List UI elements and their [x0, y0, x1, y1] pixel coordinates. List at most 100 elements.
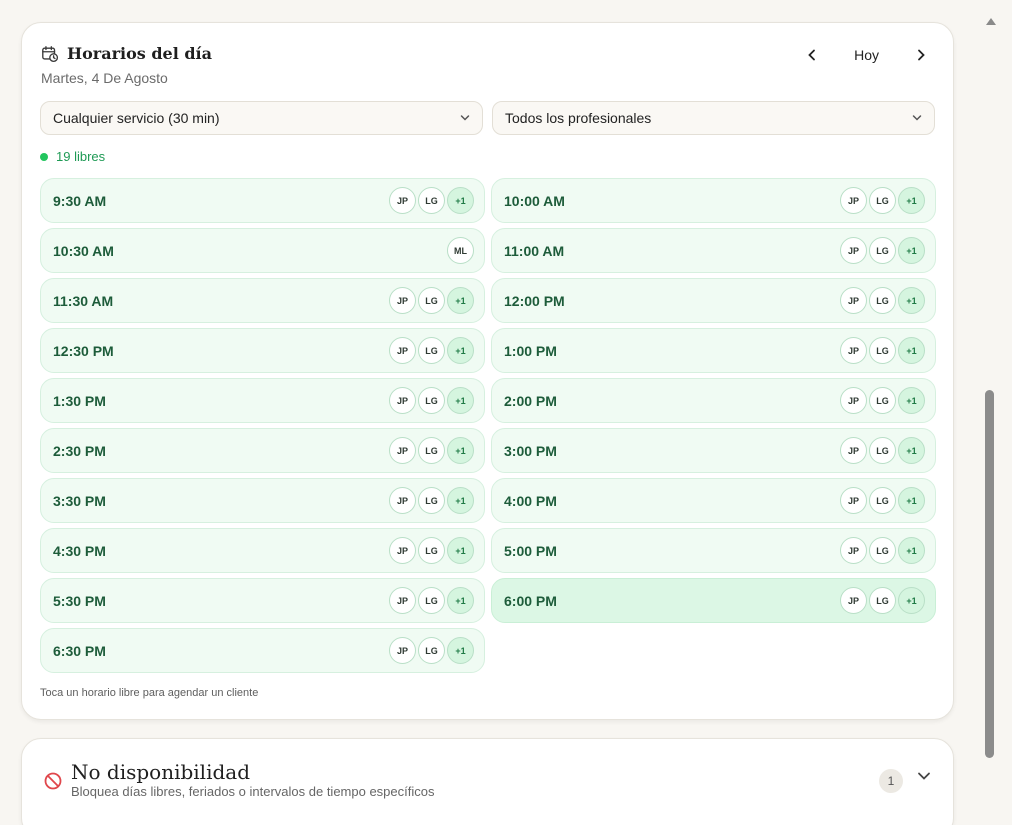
slot-time: 2:30 PM [53, 442, 106, 459]
calendar-clock-icon [42, 45, 59, 62]
avatar: JP [389, 187, 416, 214]
slot-avatars: JP LG +1 [387, 437, 474, 464]
avatar: JP [389, 337, 416, 364]
slot-time: 11:30 AM [53, 292, 114, 309]
slot-avatars: JP LG +1 [838, 537, 925, 564]
slot-avatars: JP LG +1 [838, 437, 925, 464]
avatar: JP [840, 187, 867, 214]
time-slot[interactable]: 12:00 PM JP LG +1 [491, 278, 936, 323]
more-professionals-badge: +1 [898, 237, 925, 264]
more-professionals-badge: +1 [898, 487, 925, 514]
slot-time: 6:30 PM [53, 642, 106, 659]
time-slot[interactable]: 2:30 PM JP LG +1 [40, 428, 485, 473]
slot-time: 5:30 PM [53, 592, 106, 609]
avatar: JP [389, 637, 416, 664]
previous-day-button[interactable] [800, 43, 824, 67]
day-navigation: Hoy [800, 43, 933, 67]
slot-time: 12:30 PM [53, 342, 114, 359]
slot-time: 10:30 AM [53, 242, 114, 259]
avatar: JP [840, 237, 867, 264]
hint-text: Toca un horario libre para agendar un cl… [40, 687, 259, 699]
time-slot[interactable]: 4:30 PM JP LG +1 [40, 528, 485, 573]
chevron-down-icon [912, 115, 922, 121]
scroll-track[interactable] [984, 38, 996, 825]
slot-time: 5:00 PM [504, 542, 557, 559]
professional-select[interactable]: Todos los profesionales [492, 101, 935, 135]
avatar: LG [869, 537, 896, 564]
slot-avatars: JP LG +1 [387, 637, 474, 664]
service-select[interactable]: Cualquier servicio (30 min) [40, 101, 483, 135]
time-slot[interactable]: 6:00 PM JP LG +1 [491, 578, 936, 623]
avatar: JP [389, 537, 416, 564]
time-slot[interactable]: 3:30 PM JP LG +1 [40, 478, 485, 523]
free-slots-count: 19 libres [40, 149, 105, 164]
slot-avatars: ML [445, 237, 474, 264]
page-scrollbar[interactable] [984, 8, 996, 825]
slot-time: 9:30 AM [53, 192, 107, 209]
avatar: JP [840, 437, 867, 464]
scroll-thumb[interactable] [985, 390, 994, 758]
time-slot[interactable]: 4:00 PM JP LG +1 [491, 478, 936, 523]
avatar: LG [869, 337, 896, 364]
time-slot[interactable]: 10:30 AM ML [40, 228, 485, 273]
more-professionals-badge: +1 [447, 487, 474, 514]
avatar: JP [389, 437, 416, 464]
more-professionals-badge: +1 [898, 537, 925, 564]
avatar: LG [418, 537, 445, 564]
avatar: LG [869, 437, 896, 464]
time-slot[interactable]: 5:00 PM JP LG +1 [491, 528, 936, 573]
chevron-left-icon [808, 49, 815, 61]
avatar: LG [869, 237, 896, 264]
avatar: LG [869, 487, 896, 514]
free-slots-label: 19 libres [56, 149, 106, 164]
time-slot[interactable]: 10:00 AM JP LG +1 [491, 178, 936, 223]
time-slot[interactable]: 1:00 PM JP LG +1 [491, 328, 936, 373]
next-day-button[interactable] [909, 43, 933, 67]
chevron-down-icon[interactable] [917, 771, 931, 781]
more-professionals-badge: +1 [447, 587, 474, 614]
time-slot[interactable]: 11:30 AM JP LG +1 [40, 278, 485, 323]
time-slot[interactable]: 3:00 PM JP LG +1 [491, 428, 936, 473]
more-professionals-badge: +1 [898, 387, 925, 414]
slot-time: 4:00 PM [504, 492, 557, 509]
slot-avatars: JP LG +1 [387, 287, 474, 314]
chevron-down-icon [460, 115, 470, 121]
more-professionals-badge: +1 [898, 187, 925, 214]
slot-time: 3:30 PM [53, 492, 106, 509]
time-slot[interactable]: 12:30 PM JP LG +1 [40, 328, 485, 373]
slot-avatars: JP LG +1 [387, 187, 474, 214]
time-slot[interactable]: 5:30 PM JP LG +1 [40, 578, 485, 623]
time-slot[interactable]: 1:30 PM JP LG +1 [40, 378, 485, 423]
unavailability-count-badge: 1 [879, 769, 903, 793]
slot-avatars: JP LG +1 [387, 537, 474, 564]
time-slot[interactable]: 2:00 PM JP LG +1 [491, 378, 936, 423]
slot-avatars: JP LG +1 [838, 187, 925, 214]
more-professionals-badge: +1 [447, 637, 474, 664]
slot-time: 12:00 PM [504, 292, 565, 309]
slot-time: 3:00 PM [504, 442, 557, 459]
time-slot[interactable]: 9:30 AM JP LG +1 [40, 178, 485, 223]
avatar: LG [869, 287, 896, 314]
slot-avatars: JP LG +1 [838, 287, 925, 314]
more-professionals-badge: +1 [447, 537, 474, 564]
avatar: ML [447, 237, 474, 264]
avatar: LG [869, 187, 896, 214]
page-title: Horarios del día [67, 44, 212, 63]
time-slot[interactable]: 6:30 PM JP LG +1 [40, 628, 485, 673]
slot-avatars: JP LG +1 [387, 387, 474, 414]
slot-avatars: JP LG +1 [838, 387, 925, 414]
today-button[interactable]: Hoy [848, 45, 885, 65]
more-professionals-badge: +1 [898, 437, 925, 464]
avatar: JP [389, 387, 416, 414]
unavailability-card[interactable]: No disponibilidad Bloquea días libres, f… [21, 738, 954, 825]
unavailability-subtitle: Bloquea días libres, feriados o interval… [71, 784, 435, 799]
more-professionals-badge: +1 [447, 387, 474, 414]
professional-select-value: Todos los profesionales [505, 110, 652, 126]
time-slots-grid: 9:30 AM JP LG +1 10:00 AM JP LG +1 10:30 AM ML 11:… [40, 178, 936, 673]
slot-time: 2:00 PM [504, 392, 557, 409]
scroll-up-arrow-icon[interactable] [986, 18, 996, 25]
slot-time: 11:00 AM [504, 242, 565, 259]
status-dot-icon [40, 152, 48, 161]
time-slot[interactable]: 11:00 AM JP LG +1 [491, 228, 936, 273]
slot-time: 1:00 PM [504, 342, 557, 359]
